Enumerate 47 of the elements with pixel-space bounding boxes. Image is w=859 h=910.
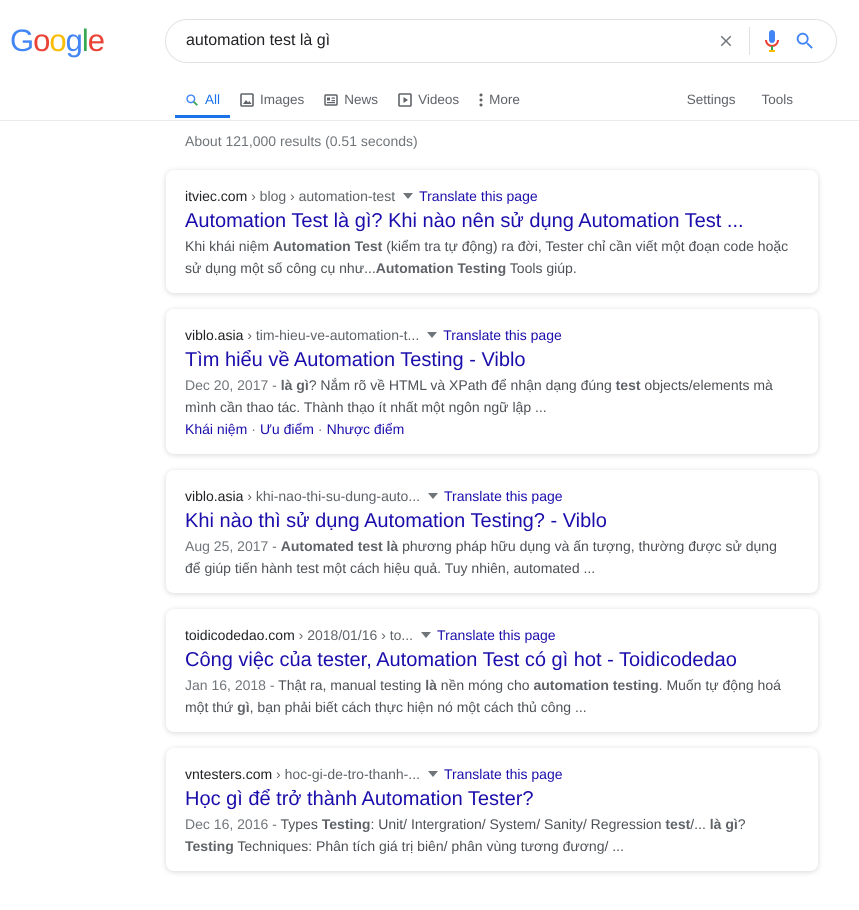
result-url[interactable]: toidicodedao.com › 2018/01/16 › to...: [185, 624, 414, 646]
result-title[interactable]: Khi nào thì sử dụng Automation Testing? - Viblo: [185, 507, 794, 535]
result-url[interactable]: itviec.com › blog › automation-test: [185, 185, 396, 207]
tool-link[interactable]: Settings: [674, 88, 748, 118]
search-query: automation test là gì: [186, 32, 332, 50]
result-snippet: Khi khái niệm Automation Test (kiểm tra tự động) ra đời, Tester chỉ cần viết một đoạn code hoặc sử dụng một số công cụ như...Automation Testing Tools giúp.: [185, 237, 790, 278]
tab[interactable]: More: [469, 88, 530, 118]
result-url[interactable]: viblo.asia › tim-hieu-ve-automation-t...: [185, 324, 420, 346]
translate-link[interactable]: Translate this page: [419, 185, 538, 207]
result-snippet: Dec 16, 2016 - Types Testing: Unit/ Intergration/ System/ Sanity/ Regression test/... là gì? Testing Techniques: Phân tích giá trị biên/ phân vùng tương đương/ ...: [185, 815, 747, 856]
search-bar[interactable]: automation test là gì: [165, 19, 837, 63]
translate-link[interactable]: Translate this page: [443, 324, 562, 346]
microphone-icon[interactable]: [764, 29, 780, 53]
play-icon: [398, 92, 412, 106]
tab[interactable]: All: [175, 88, 230, 118]
tab[interactable]: Videos: [388, 88, 470, 118]
dropdown-arrow-icon[interactable]: [428, 771, 438, 777]
result-stats: About 121,000 results (0.51 seconds): [184, 132, 419, 151]
newspaper-icon: [324, 94, 338, 106]
result-title[interactable]: Automation Test là gì? Khi nào nên sử dụng Automation Test ...: [185, 207, 794, 235]
sitelink[interactable]: Ưu điểm: [260, 418, 314, 440]
result-title[interactable]: Tìm hiểu về Automation Testing - Viblo: [185, 346, 794, 374]
result-url[interactable]: vntesters.com › hoc-gi-de-tro-thanh-...: [185, 763, 420, 785]
search-icon: [185, 92, 199, 106]
translate-link[interactable]: Translate this page: [444, 485, 563, 507]
result-title[interactable]: Học gì để trở thành Automation Tester?: [185, 785, 794, 813]
more-icon: [479, 92, 484, 106]
separator-dot: ·: [251, 420, 256, 439]
result-title[interactable]: Công việc của tester, Automation Test có gì hot - Toidicodedao: [185, 646, 794, 674]
dropdown-arrow-icon[interactable]: [428, 493, 438, 499]
result-snippet: Jan 16, 2018 - Thật ra, manual testing là nền móng cho automation testing. Muốn tự động hoá một thứ gì, bạn phải biết cách thực hiện nó một cách thủ công ...: [185, 676, 782, 717]
dropdown-arrow-icon[interactable]: [427, 332, 438, 338]
translate-link[interactable]: Translate this page: [437, 624, 556, 646]
result-snippet: Aug 25, 2017 - Automated test là phương pháp hữu dụng và ấn tượng, thường được sử dụng để giúp tiến hành test một cách hiệu quả. Tuy nhiên, automated ...: [185, 537, 778, 578]
tool-link[interactable]: Tools: [748, 88, 806, 118]
result-url[interactable]: viblo.asia › khi-nao-thi-su-dung-auto...: [185, 485, 420, 507]
translate-link[interactable]: Translate this page: [444, 763, 563, 785]
tab[interactable]: News: [314, 88, 388, 118]
sitelink[interactable]: Nhược điểm: [326, 418, 404, 440]
separator-dot: ·: [318, 420, 323, 439]
image-icon: [240, 92, 254, 106]
dropdown-arrow-icon[interactable]: [421, 632, 432, 638]
sitelink[interactable]: Khái niệm: [185, 418, 248, 440]
result-snippet: Dec 20, 2017 - là gì? Nắm rõ về HTML và XPath để nhận dạng đúng test objects/elements mà mình cần thao tác. Thành thạo ít nhất một ngôn ngữ lập ...: [185, 376, 774, 417]
dropdown-arrow-icon[interactable]: [403, 193, 414, 199]
tab[interactable]: Images: [230, 88, 314, 118]
logo[interactable]: Google: [10, 23, 102, 59]
